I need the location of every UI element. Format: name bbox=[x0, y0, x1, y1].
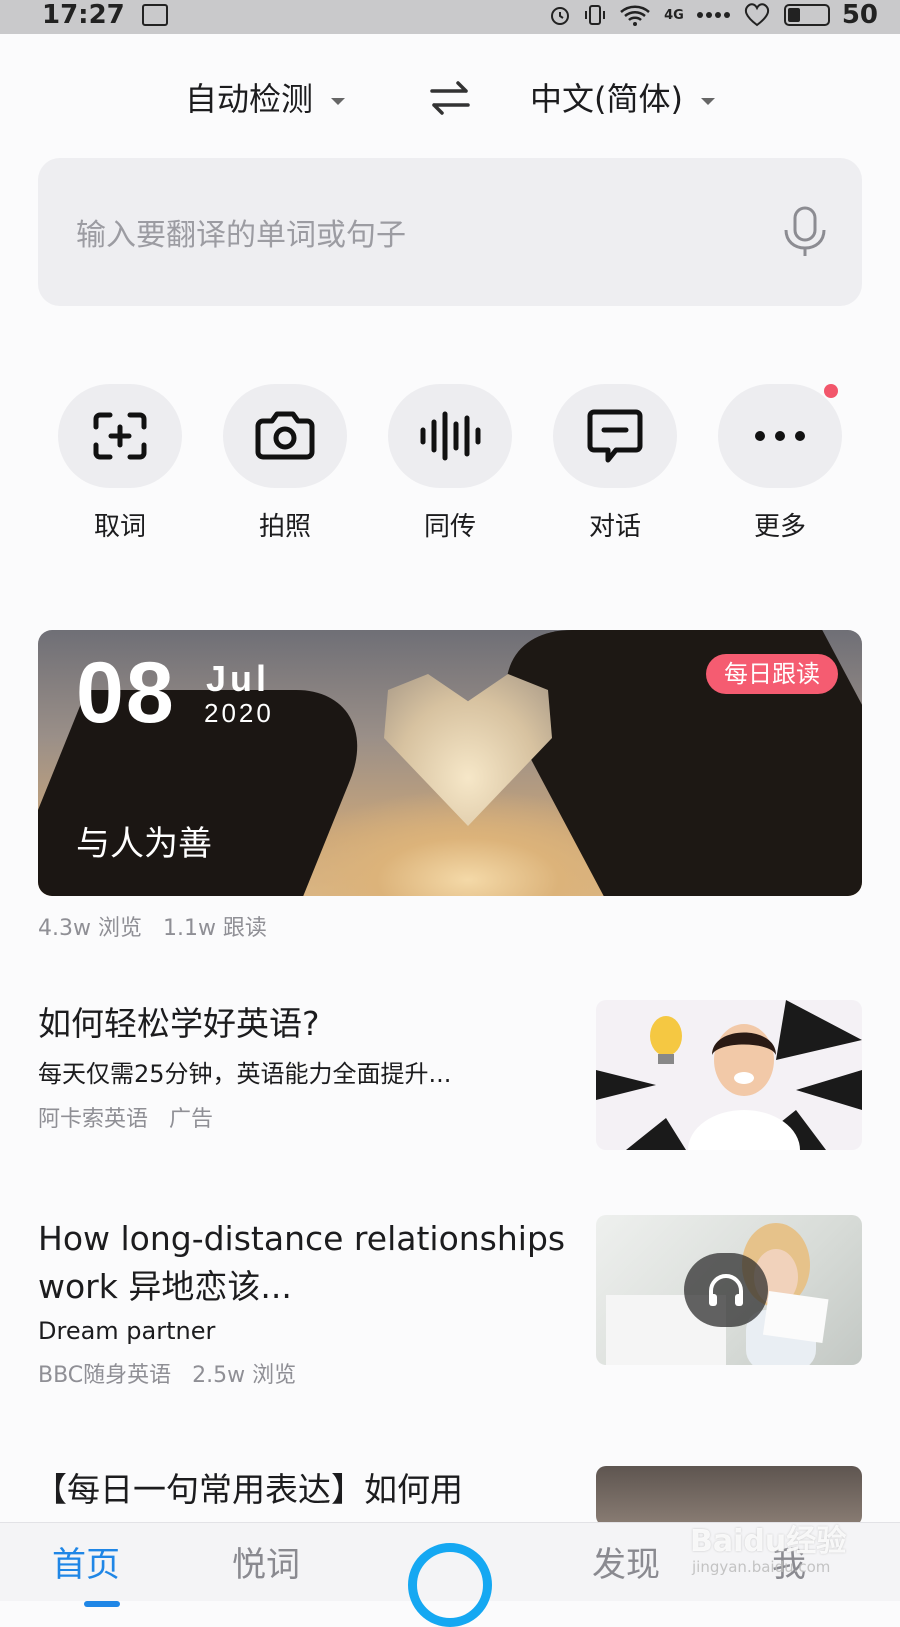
tab-home[interactable]: 首页 bbox=[52, 1523, 120, 1607]
tool-label: 拍照 bbox=[258, 512, 311, 542]
active-tab-indicator bbox=[84, 1601, 120, 1607]
chat-icon bbox=[587, 409, 643, 463]
translate-input[interactable]: 输入要翻译的单词或句子 bbox=[38, 158, 862, 306]
tool-scan-word-button[interactable] bbox=[58, 384, 182, 488]
tool-simultaneous[interactable]: 同传 bbox=[388, 384, 512, 543]
headphones-icon bbox=[709, 1274, 743, 1306]
language-bar: 自动检测 中文(简体) bbox=[0, 70, 900, 128]
article-subtitle: Dream partner bbox=[38, 1317, 216, 1345]
tool-label: 对话 bbox=[588, 512, 641, 542]
tool-row: 取词 拍照 同传 对话 更多 bbox=[0, 384, 900, 544]
battery-icon bbox=[783, 4, 830, 26]
banner-image-heart bbox=[384, 674, 552, 826]
article-title: How long-distance relationships work 异地恋… bbox=[38, 1219, 566, 1306]
daily-reading-banner[interactable]: 08 Jul 2020 每日跟读 与人为善 bbox=[38, 630, 862, 896]
tab-yueci-label: 悦词 bbox=[232, 1545, 300, 1585]
tab-discover[interactable]: 发现 bbox=[592, 1523, 660, 1607]
article-card[interactable]: How long-distance relationships work 异地恋… bbox=[38, 1215, 862, 1389]
tool-scan-word[interactable]: 取词 bbox=[58, 384, 182, 543]
camera-icon bbox=[255, 411, 315, 460]
status-icons: 4G 50 bbox=[548, 0, 878, 30]
daily-reading-badge[interactable]: 每日跟读 bbox=[706, 654, 838, 694]
tool-dialogue-button[interactable] bbox=[553, 384, 677, 488]
status-bar: 17:27 4G 50 bbox=[0, 0, 900, 34]
article-title: 【每日一句常用表达】如何用 bbox=[34, 1470, 463, 1509]
hd-call-icon bbox=[744, 3, 769, 27]
article-subtitle: 每天仅需25分钟，英语能力全面提升... bbox=[38, 1060, 452, 1088]
tool-label: 取词 bbox=[93, 512, 146, 542]
tool-label: 更多 bbox=[753, 512, 806, 542]
status-time: 17:27 bbox=[42, 0, 125, 30]
assistant-ring-button[interactable] bbox=[408, 1543, 492, 1627]
dropdown-caret-icon bbox=[700, 97, 715, 105]
target-language-label: 中文(简体) bbox=[530, 80, 683, 118]
dropdown-caret-icon bbox=[331, 97, 346, 105]
audio-play-button[interactable] bbox=[684, 1253, 768, 1327]
signal-icon bbox=[696, 12, 730, 18]
tab-discover-label: 发现 bbox=[592, 1545, 660, 1585]
microphone-icon[interactable] bbox=[782, 206, 828, 258]
banner-date-year: 2020 bbox=[204, 698, 274, 728]
target-language-select[interactable]: 中文(简体) bbox=[530, 70, 715, 128]
network-type: 4G bbox=[664, 7, 684, 23]
article-card[interactable]: 如何轻松学好英语? 每天仅需25分钟，英语能力全面提升... 阿卡索英语 广告 bbox=[38, 1000, 862, 1150]
tab-yueci[interactable]: 悦词 bbox=[232, 1523, 300, 1607]
swap-languages-icon[interactable] bbox=[428, 76, 472, 120]
tool-dialogue[interactable]: 对话 bbox=[553, 384, 677, 543]
banner-title: 与人为善 bbox=[76, 824, 212, 864]
alarm-icon bbox=[551, 7, 570, 25]
tab-home-label: 首页 bbox=[52, 1545, 120, 1585]
tool-camera-button[interactable] bbox=[223, 384, 347, 488]
baidu-watermark-url: jingyan.baidu.com bbox=[692, 1558, 831, 1576]
tool-simultaneous-button[interactable] bbox=[388, 384, 512, 488]
baidu-watermark: Baidu经验 bbox=[690, 1524, 847, 1559]
tool-more-button[interactable] bbox=[718, 384, 842, 488]
translate-input-placeholder: 输入要翻译的单词或句子 bbox=[76, 218, 406, 253]
scan-word-icon bbox=[93, 412, 147, 460]
source-language-label: 自动检测 bbox=[185, 80, 314, 118]
tool-camera[interactable]: 拍照 bbox=[223, 384, 347, 543]
article-title: 如何轻松学好英语? bbox=[38, 1004, 320, 1043]
tool-more[interactable]: 更多 bbox=[718, 384, 842, 543]
vibrate-icon bbox=[585, 5, 606, 25]
source-language-select[interactable]: 自动检测 bbox=[185, 70, 346, 128]
battery-level: 50 bbox=[841, 0, 878, 30]
article-thumbnail bbox=[596, 1215, 862, 1365]
message-notification-icon bbox=[142, 4, 168, 26]
banner-date-month: Jul bbox=[206, 658, 271, 699]
article-card[interactable]: 【每日一句常用表达】如何用 bbox=[34, 1466, 862, 1526]
banner-date-day: 08 bbox=[76, 645, 176, 741]
notification-dot bbox=[824, 384, 838, 398]
sound-wave-icon bbox=[420, 411, 481, 461]
article-thumbnail bbox=[596, 1000, 862, 1150]
more-icon bbox=[755, 431, 805, 441]
tool-label: 同传 bbox=[423, 512, 476, 542]
wifi-icon bbox=[620, 5, 650, 26]
banner-stats: 4.3w 浏览 1.1w 跟读 bbox=[38, 916, 267, 941]
